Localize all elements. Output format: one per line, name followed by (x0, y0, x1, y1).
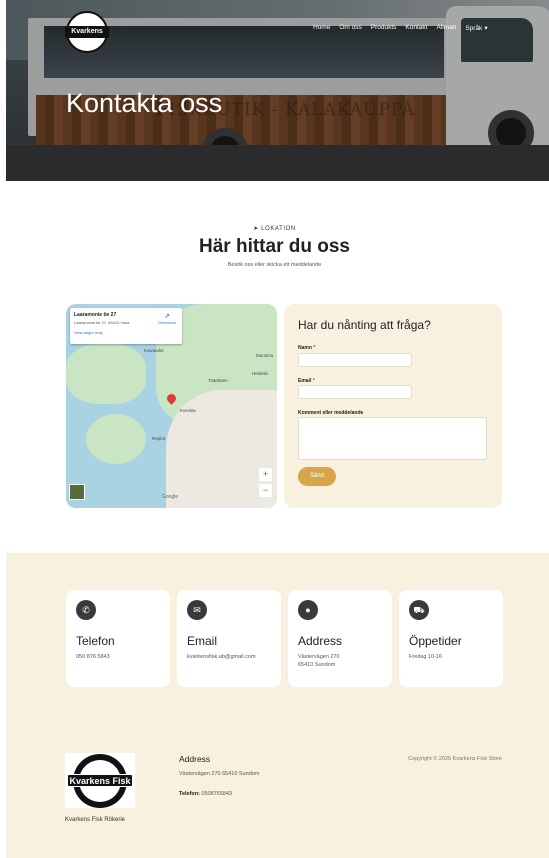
info-card-title: Email (187, 634, 218, 648)
location-subtitle: Besök oss eller skicka ett meddelande (227, 262, 322, 268)
logo-emblem: Kvarkens Fisk (67, 753, 133, 808)
footer-address: Västervägen 270 65410 Sundom (179, 771, 260, 777)
map-label: Koivulahti (144, 348, 164, 353)
info-card-value: Västervägen 270 65410 Sundom (298, 654, 340, 669)
truck-icon: ⛟ (409, 600, 429, 620)
map-label: Tvärälven (208, 378, 228, 383)
nav-language[interactable]: Språk ▾ (465, 24, 488, 33)
navigation-arrow-icon: ➤ (253, 226, 259, 232)
footer-phone-label: Telefon: (179, 791, 200, 797)
map-larger-link[interactable]: View larger map (74, 330, 178, 335)
footer-phone-number[interactable]: 0508765843 (202, 791, 233, 797)
info-card-hours: ⛟ Öppetider Fredag 10-16 (399, 590, 503, 687)
map-label: Kvevlax (180, 408, 196, 413)
form-title: Har du nånting att fråga? (298, 318, 431, 332)
map-land (66, 344, 146, 404)
map-label: Munsmo (256, 353, 274, 358)
map-zoom-out-button[interactable]: − (259, 484, 272, 497)
email-label: Email * (298, 378, 315, 384)
email-field[interactable] (298, 385, 412, 399)
map-label: Helsinki (252, 371, 268, 376)
footer-phone: Telefon: 0508765843 (179, 791, 232, 797)
site-logo[interactable]: Kvarkens Fisk (65, 11, 109, 53)
info-card-title: Address (298, 634, 343, 648)
name-label: Namn * (298, 345, 316, 351)
location-title: Här hittar du oss (199, 236, 350, 257)
map-land (86, 414, 146, 464)
google-map[interactable]: Laaramonie tie 27 Laaramonie tie 27, 654… (66, 304, 277, 508)
footer-address-heading: Address (179, 754, 211, 764)
nav-produkts[interactable]: Produkts (371, 24, 397, 32)
info-card-address: ● Address Västervägen 270 65410 Sundom (288, 590, 392, 687)
nav-home[interactable]: Home (313, 24, 330, 32)
google-logo: Google (162, 494, 179, 500)
map-label: Replot (152, 436, 166, 441)
location-pin-icon: ● (298, 600, 318, 620)
phone-icon: ✆ (76, 600, 96, 620)
logo-text: Kvarkens Fisk (65, 26, 109, 47)
contact-form: Har du nånting att fråga? Namn * Email *… (284, 304, 502, 508)
main-nav: Home Om oss Produkts Kontakt Allman Språ… (313, 24, 488, 32)
info-card-title: Öppetider (409, 634, 462, 648)
info-card-email: ✉ Email kvarkensfisk.ab@gmail.com (177, 590, 281, 687)
map-info-card: Laaramonie tie 27 Laaramonie tie 27, 654… (70, 308, 182, 344)
nav-language-label: Språk (465, 24, 483, 32)
chevron-down-icon: ▾ (484, 25, 488, 32)
footer-tagline: Kvarkens Fisk Rökerie (65, 817, 126, 823)
footer-logo-text: Kvarkens Fisk (67, 773, 133, 787)
map-zoom-in-button[interactable]: + (259, 468, 272, 481)
info-card-value: 050 876 5843 (76, 654, 110, 660)
page-title: Kontakta oss (66, 88, 223, 118)
footer-copyright: Copyright © 2025 Kvarkens Fisk Store (408, 756, 502, 762)
location-label: LOKATION (261, 226, 296, 232)
footer-logo[interactable]: Kvarkens Fisk (65, 753, 135, 808)
map-directions-label: Directions (158, 320, 176, 325)
map-directions-button[interactable]: ⇗ Directions (158, 312, 176, 325)
nav-kontakt[interactable]: Kontakt (405, 24, 427, 32)
send-button[interactable]: Sänd (298, 467, 336, 486)
directions-icon: ⇗ (164, 313, 171, 320)
nav-allman[interactable]: Allman (436, 24, 456, 32)
info-card-value[interactable]: kvarkensfisk.ab@gmail.com (187, 653, 271, 661)
map-satellite-toggle[interactable] (69, 484, 85, 500)
nav-om-oss[interactable]: Om oss (339, 24, 361, 32)
info-card-value: Fredag 10-16 (409, 654, 443, 660)
name-field[interactable] (298, 353, 412, 367)
location-eyebrow: ➤ LOKATION (0, 225, 549, 232)
info-card-title: Telefon (76, 634, 115, 648)
message-textarea[interactable] (298, 417, 487, 460)
message-label: Komment eller meddelande (298, 410, 364, 416)
envelope-icon: ✉ (187, 600, 207, 620)
info-card-phone: ✆ Telefon 050 876 5843 (66, 590, 170, 687)
